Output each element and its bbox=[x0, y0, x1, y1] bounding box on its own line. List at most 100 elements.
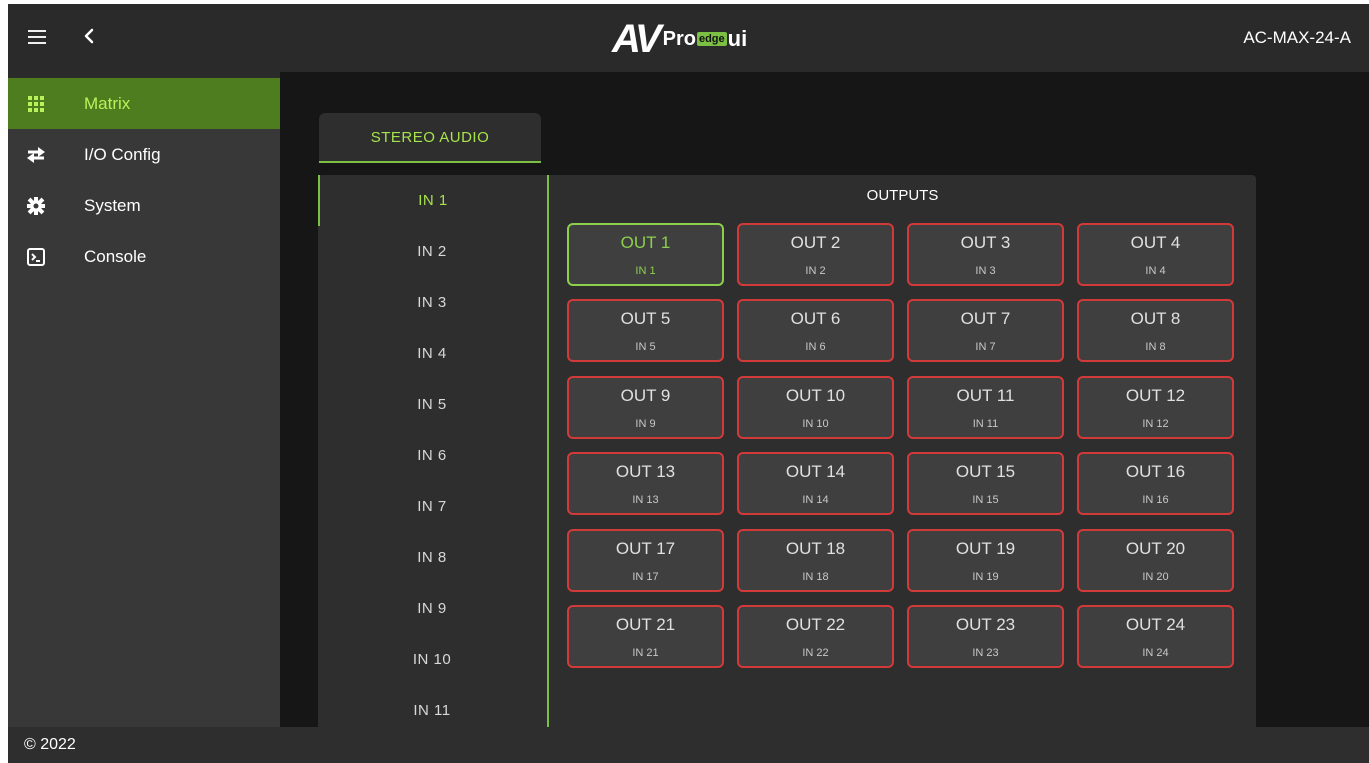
hamburger-menu-icon[interactable] bbox=[26, 26, 48, 48]
output-button[interactable]: OUT 21 IN 21 bbox=[567, 605, 724, 668]
output-button[interactable]: OUT 16 IN 16 bbox=[1077, 452, 1234, 516]
routing-matrix-panel: IN 1 IN 2 IN 3 IN 4 IN 5 IN 6 IN 7 IN 8 IN 9 IN 1… bbox=[318, 175, 1256, 735]
device-model-label: AC-MAX-24-A bbox=[1243, 28, 1351, 47]
tab-stereo-audio[interactable]: STEREO AUDIO bbox=[319, 113, 541, 163]
input-item[interactable]: IN 8 bbox=[318, 532, 546, 583]
output-button[interactable]: OUT 11 IN 11 bbox=[907, 375, 1064, 439]
output-source: IN 15 bbox=[972, 494, 999, 507]
column-divider bbox=[547, 175, 549, 735]
input-list: IN 1 IN 2 IN 3 IN 4 IN 5 IN 6 IN 7 IN 8 IN 9 IN 1… bbox=[318, 175, 546, 735]
output-source: IN 11 bbox=[972, 417, 999, 430]
sidebar-item-io-config[interactable]: I/O Config bbox=[8, 129, 280, 180]
output-source: IN 4 bbox=[1145, 265, 1166, 277]
output-name: OUT 11 bbox=[956, 385, 1015, 405]
app-window: AV Pro edge ui AC-MAX-24-A Matrix I/O Co… bbox=[8, 4, 1369, 763]
copyright-text: © 2022 bbox=[24, 736, 76, 753]
input-item[interactable]: IN 2 bbox=[318, 226, 546, 277]
output-name: OUT 19 bbox=[955, 538, 1016, 558]
output-button[interactable]: OUT 1 IN 1 bbox=[567, 223, 724, 286]
output-source: IN 13 bbox=[632, 494, 659, 507]
sidebar-item-matrix[interactable]: Matrix bbox=[8, 78, 280, 129]
output-button[interactable]: OUT 24 IN 24 bbox=[1077, 605, 1234, 668]
output-source: IN 12 bbox=[1142, 417, 1169, 430]
output-button[interactable]: OUT 5 IN 5 bbox=[567, 299, 724, 363]
output-name: OUT 4 bbox=[1130, 233, 1181, 252]
output-button[interactable]: OUT 6 IN 6 bbox=[737, 299, 894, 363]
output-source: IN 23 bbox=[972, 647, 999, 659]
sidebar-item-system[interactable]: System bbox=[8, 180, 280, 231]
back-chevron-icon[interactable] bbox=[78, 22, 100, 50]
input-item[interactable]: IN 10 bbox=[318, 634, 546, 685]
output-button[interactable]: OUT 7 IN 7 bbox=[907, 299, 1064, 363]
top-bar: AV Pro edge ui AC-MAX-24-A bbox=[8, 4, 1369, 72]
output-button[interactable]: OUT 3 IN 3 bbox=[907, 223, 1064, 286]
output-source: IN 1 bbox=[635, 265, 656, 277]
output-source: IN 18 bbox=[802, 570, 829, 583]
output-name: OUT 24 bbox=[1125, 615, 1186, 634]
output-name: OUT 15 bbox=[955, 462, 1016, 482]
input-item[interactable]: IN 9 bbox=[318, 583, 546, 634]
grid-icon bbox=[26, 94, 46, 114]
sidebar-item-console[interactable]: Console bbox=[8, 231, 280, 282]
output-source: IN 3 bbox=[975, 265, 996, 277]
swap-arrows-icon bbox=[26, 145, 46, 165]
output-name: OUT 2 bbox=[790, 233, 841, 252]
output-source: IN 22 bbox=[802, 647, 829, 659]
output-name: OUT 3 bbox=[960, 233, 1011, 252]
output-button[interactable]: OUT 8 IN 8 bbox=[1077, 299, 1234, 363]
output-source: IN 6 bbox=[805, 341, 826, 354]
output-name: OUT 5 bbox=[620, 309, 671, 329]
output-name: OUT 16 bbox=[1125, 462, 1186, 482]
gear-icon bbox=[26, 196, 46, 216]
output-button[interactable]: OUT 2 IN 2 bbox=[737, 223, 894, 286]
output-source: IN 19 bbox=[972, 570, 999, 583]
output-source: IN 24 bbox=[1142, 647, 1169, 659]
input-item[interactable]: IN 1 bbox=[318, 175, 546, 226]
output-source: IN 7 bbox=[975, 341, 996, 354]
output-button[interactable]: OUT 12 IN 12 bbox=[1077, 375, 1234, 439]
output-button[interactable]: OUT 23 IN 23 bbox=[907, 605, 1064, 668]
output-button[interactable]: OUT 4 IN 4 bbox=[1077, 223, 1234, 286]
output-name: OUT 8 bbox=[1130, 309, 1181, 329]
output-name: OUT 12 bbox=[1125, 385, 1186, 405]
output-source: IN 8 bbox=[1145, 341, 1166, 354]
output-name: OUT 7 bbox=[960, 309, 1011, 329]
input-item[interactable]: IN 4 bbox=[318, 328, 546, 379]
sidebar-item-label: Console bbox=[84, 246, 147, 266]
input-item[interactable]: IN 6 bbox=[318, 430, 546, 481]
tab-label: STEREO AUDIO bbox=[370, 128, 490, 146]
output-name: OUT 10 bbox=[785, 385, 846, 405]
output-button[interactable]: OUT 15 IN 15 bbox=[907, 452, 1064, 516]
output-source: IN 14 bbox=[802, 494, 829, 507]
output-button[interactable]: OUT 14 IN 14 bbox=[737, 452, 894, 516]
output-button[interactable]: OUT 18 IN 18 bbox=[737, 528, 894, 592]
output-name: OUT 1 bbox=[620, 233, 671, 252]
output-name: OUT 14 bbox=[785, 462, 846, 482]
output-name: OUT 18 bbox=[785, 538, 846, 558]
output-button[interactable]: OUT 9 IN 9 bbox=[567, 375, 724, 439]
output-source: IN 9 bbox=[635, 417, 656, 430]
output-source: IN 20 bbox=[1142, 570, 1169, 583]
output-name: OUT 22 bbox=[785, 615, 846, 634]
output-button[interactable]: OUT 20 IN 20 bbox=[1077, 528, 1234, 592]
input-item[interactable]: IN 7 bbox=[318, 481, 546, 532]
output-button[interactable]: OUT 10 IN 10 bbox=[737, 375, 894, 439]
input-item[interactable]: IN 3 bbox=[318, 277, 546, 328]
output-button[interactable]: OUT 13 IN 13 bbox=[567, 452, 724, 516]
output-name: OUT 17 bbox=[615, 538, 676, 558]
output-name: OUT 21 bbox=[615, 615, 676, 634]
sidebar-item-label: Matrix bbox=[84, 93, 131, 113]
output-name: OUT 23 bbox=[955, 615, 1016, 634]
output-name: OUT 13 bbox=[615, 462, 676, 482]
sidebar-item-label: I/O Config bbox=[84, 144, 161, 164]
output-button[interactable]: OUT 22 IN 22 bbox=[737, 605, 894, 668]
sidebar-item-label: System bbox=[84, 195, 141, 215]
footer: © 2022 bbox=[8, 727, 1369, 763]
input-item[interactable]: IN 5 bbox=[318, 379, 546, 430]
output-button[interactable]: OUT 19 IN 19 bbox=[907, 528, 1064, 592]
output-button[interactable]: OUT 17 IN 17 bbox=[567, 528, 724, 592]
output-source: IN 10 bbox=[802, 417, 829, 430]
output-source: IN 21 bbox=[632, 647, 659, 659]
output-name: OUT 6 bbox=[790, 309, 841, 329]
output-source: IN 2 bbox=[805, 265, 826, 277]
